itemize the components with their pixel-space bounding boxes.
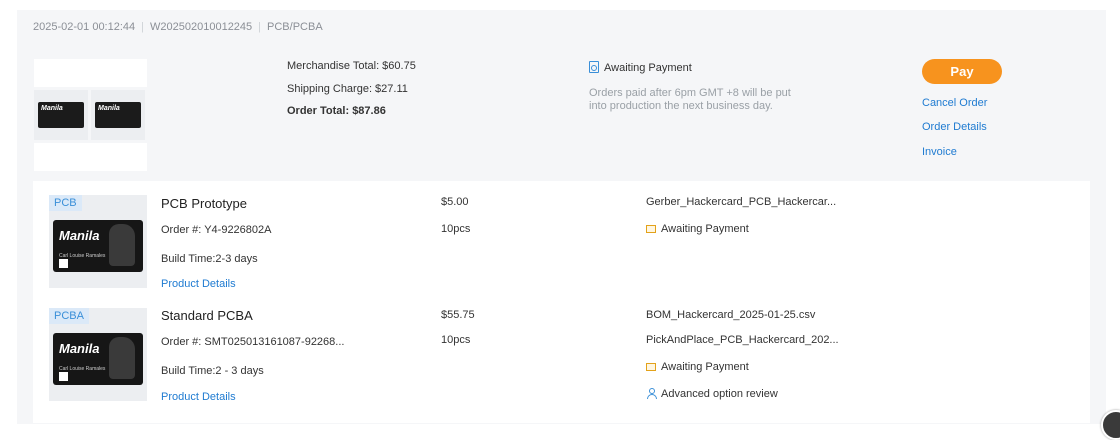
order-number: W202502010012245	[150, 21, 253, 33]
product-details-link[interactable]: Product Details	[161, 278, 236, 290]
file-name[interactable]: BOM_Hackercard_2025-01-25.csv	[646, 309, 815, 321]
product-name: Standard PCBA	[161, 308, 253, 323]
order-status: Awaiting Payment	[589, 61, 692, 74]
thumbnail-placeholder	[34, 59, 147, 87]
search-document-icon	[589, 61, 599, 73]
support-avatar[interactable]	[1101, 410, 1120, 440]
shipping-charge: Shipping Charge: $27.11	[287, 83, 408, 95]
file-name[interactable]: PickAndPlace_PCB_Hackercard_202...	[646, 334, 839, 346]
order-thumbnails: Manila Manila	[34, 59, 147, 172]
status-note: Orders paid after 6pm GMT +8 will be put…	[589, 87, 791, 112]
cancel-order-link[interactable]: Cancel Order	[922, 97, 987, 109]
order-category: PCB/PCBA	[267, 21, 323, 33]
order-items: PCB Manila Carl Louise Ramales PCB Proto…	[33, 181, 1090, 423]
order-total: Order Total: $87.86	[287, 105, 386, 117]
order-header: 2025-02-01 00:12:44 | W202502010012245 | PCB…	[33, 21, 323, 33]
product-image[interactable]: PCB Manila Carl Louise Ramales	[49, 195, 147, 288]
envelope-icon	[646, 363, 656, 371]
thumbnail-pcb[interactable]: Manila	[34, 90, 88, 140]
invoice-link[interactable]: Invoice	[922, 146, 957, 158]
advanced-review-status: Advanced option review	[646, 388, 778, 400]
thumbnail-placeholder	[34, 143, 147, 171]
item-status: Awaiting Payment	[646, 361, 749, 373]
item-order-number: Order #: Y4-9226802A	[161, 224, 272, 236]
order-date: 2025-02-01 00:12:44	[33, 21, 136, 33]
product-details-link[interactable]: Product Details	[161, 391, 236, 403]
item-status: Awaiting Payment	[646, 223, 749, 235]
pay-button[interactable]: Pay	[922, 59, 1002, 84]
merchandise-total: Merchandise Total: $60.75	[287, 60, 416, 72]
item-price: $55.75	[441, 309, 475, 321]
item-price: $5.00	[441, 196, 469, 208]
order-card: 2025-02-01 00:12:44 | W202502010012245 | PCB…	[17, 10, 1106, 424]
item-quantity: 10pcs	[441, 223, 471, 235]
file-name[interactable]: Gerber_Hackercard_PCB_Hackercar...	[646, 196, 836, 208]
item-quantity: 10pcs	[441, 334, 471, 346]
build-time: Build Time:2 - 3 days	[161, 365, 264, 377]
product-type-tag: PCB	[49, 195, 82, 211]
product-image[interactable]: PCBA Manila Carl Louise Ramales	[49, 308, 147, 401]
product-name: PCB Prototype	[161, 196, 247, 211]
thumbnail-pcba[interactable]: Manila	[91, 90, 145, 140]
user-icon	[646, 388, 657, 399]
product-type-tag: PCBA	[49, 308, 89, 324]
build-time: Build Time:2-3 days	[161, 253, 258, 265]
order-details-link[interactable]: Order Details	[922, 121, 987, 133]
envelope-icon	[646, 225, 656, 233]
item-order-number: Order #: SMT025013161087-92268...	[161, 336, 345, 348]
